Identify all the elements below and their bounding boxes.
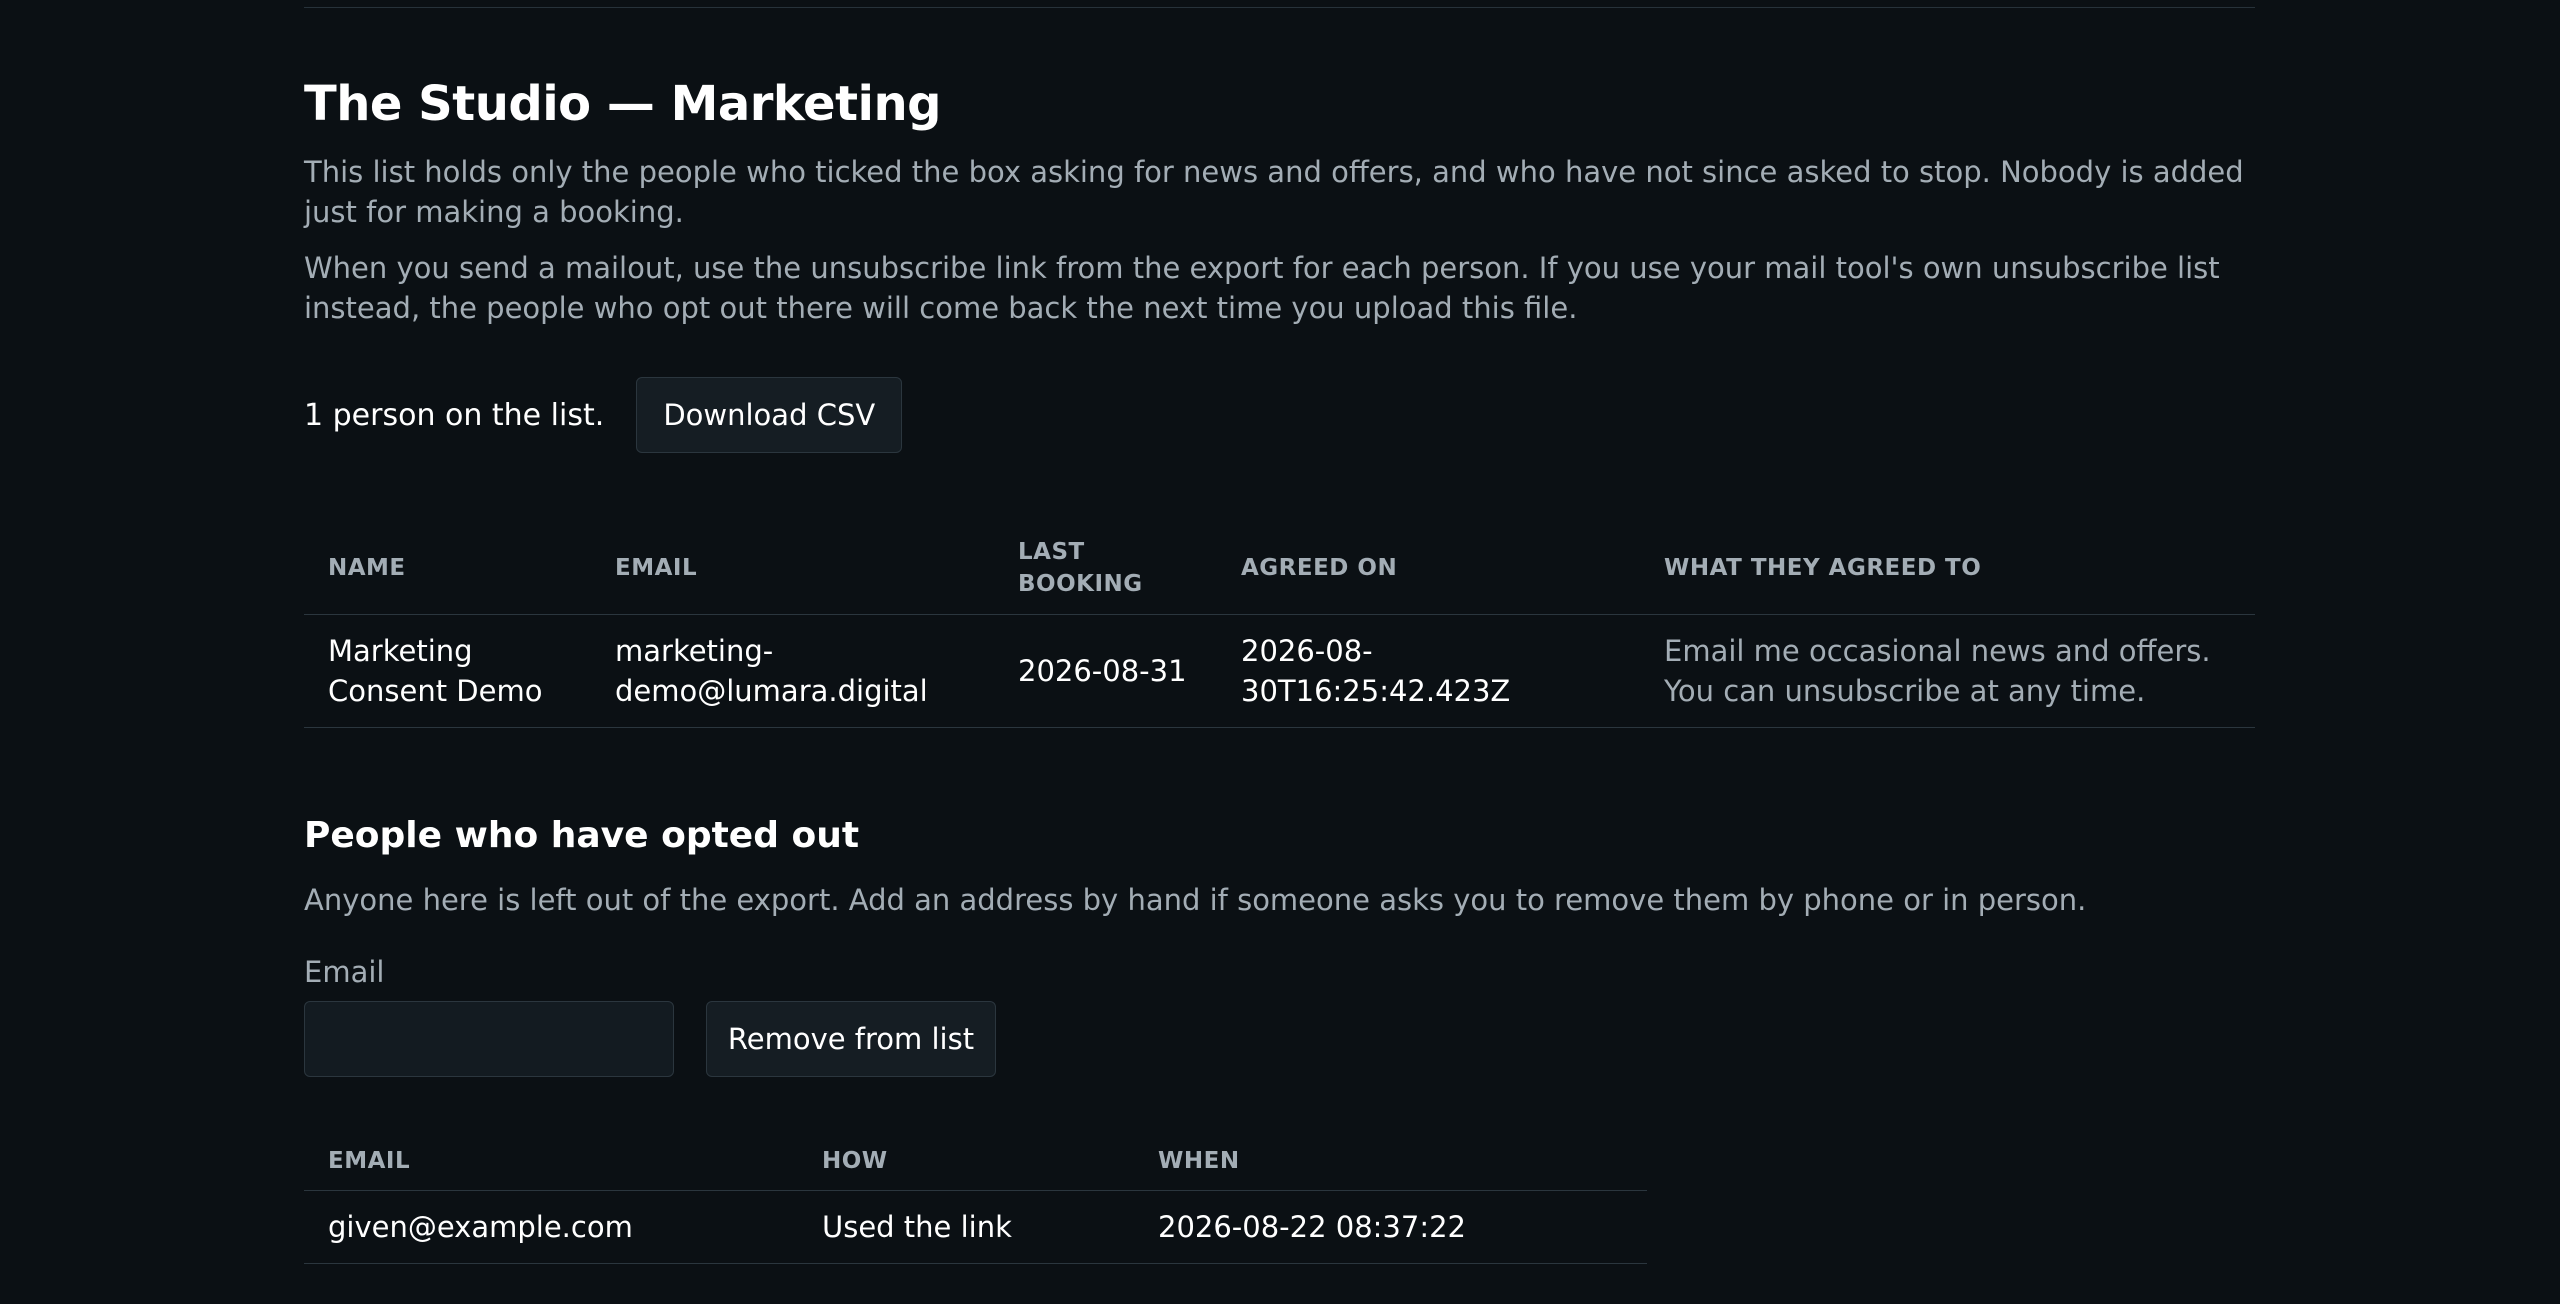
email-field[interactable] [304, 1001, 674, 1077]
column-header-how: How [822, 1147, 888, 1174]
cell-agreed-to: Email me occasional news and offers. You… [1640, 613, 2255, 728]
table-row: Marketing Consent Demo marketing-demo@lu… [304, 613, 2255, 728]
download-csv-button[interactable]: Download CSV [636, 377, 903, 453]
cell-email: marketing-demo@lumara.digital [591, 613, 994, 728]
remove-from-list-button[interactable]: Remove from list [706, 1001, 996, 1077]
cell-how: Used the link [798, 1189, 1134, 1264]
cell-email: given@example.com [304, 1189, 798, 1264]
column-header-email: Email [615, 554, 698, 581]
marketing-list-table: Name Email Last booking Agreed on What t… [304, 522, 2255, 728]
column-header-name: Name [328, 554, 406, 581]
email-field-label: Email [304, 955, 385, 989]
intro-paragraph-consent: This list holds only the people who tick… [304, 155, 2244, 229]
table-header-row: Name Email Last booking Agreed on What t… [304, 522, 2255, 614]
column-header-last-booking: Last booking [1018, 538, 1143, 597]
column-header-agreed-to: What they agreed to [1664, 554, 1982, 581]
optout-form: Remove from list [304, 1001, 996, 1077]
cell-last-booking: 2026-08-31 [994, 613, 1217, 728]
summary-row: 1 person on the list. Download CSV [304, 377, 903, 453]
column-header-when: When [1158, 1147, 1240, 1174]
page-title: The Studio — Marketing [304, 76, 942, 132]
cell-name: Marketing Consent Demo [304, 613, 591, 728]
list-count: 1 person on the list. [304, 397, 605, 433]
intro-paragraph-unsubscribe: When you send a mailout, use the unsubsc… [304, 251, 2220, 325]
column-header-agreed-on: Agreed on [1241, 554, 1398, 581]
top-divider [304, 7, 2255, 8]
optout-description: Anyone here is left out of the export. A… [304, 883, 2087, 917]
cell-when: 2026-08-22 08:37:22 [1134, 1189, 1647, 1264]
optout-section-title: People who have opted out [304, 815, 860, 856]
optout-table: Email How When given@example.com Used th… [304, 1132, 1647, 1264]
table-header-row: Email How When [304, 1132, 1647, 1190]
cell-agreed-on: 2026-08-30T16:25:42.423Z [1217, 613, 1640, 728]
table-row: given@example.com Used the link 2026-08-… [304, 1189, 1647, 1264]
column-header-email: Email [328, 1147, 411, 1174]
